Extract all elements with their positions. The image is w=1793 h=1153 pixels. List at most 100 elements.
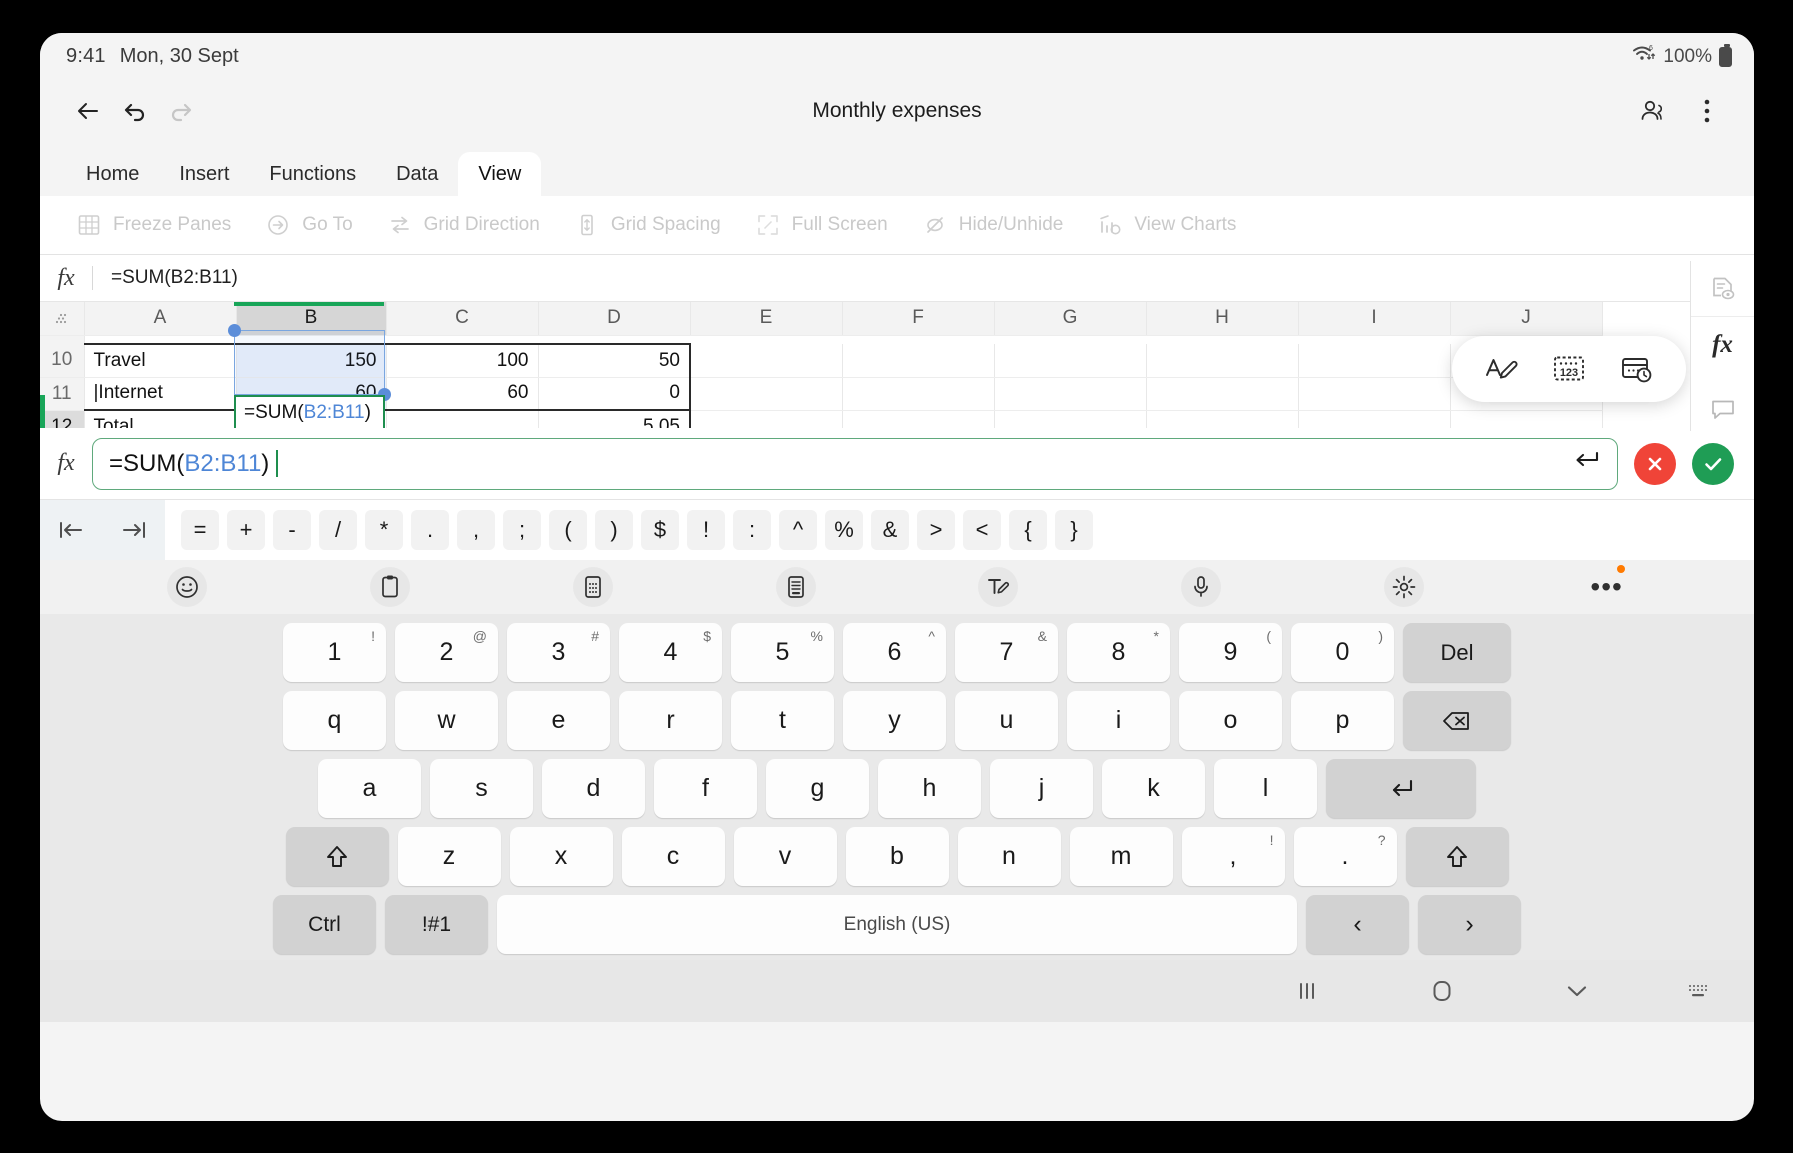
key-j[interactable]: j bbox=[990, 759, 1093, 818]
key-symbols[interactable]: !#1 bbox=[385, 895, 488, 954]
key-v[interactable]: v bbox=[734, 827, 837, 886]
key-e[interactable]: e bbox=[507, 691, 610, 750]
col-header-d[interactable]: D bbox=[538, 302, 690, 335]
key-2[interactable]: @2 bbox=[395, 623, 498, 682]
ribbon-grid-direction[interactable]: Grid Direction bbox=[387, 212, 540, 238]
cell-h11[interactable] bbox=[1146, 377, 1298, 410]
key-7[interactable]: &7 bbox=[955, 623, 1058, 682]
cell-j12[interactable] bbox=[1450, 410, 1602, 428]
cell-i12[interactable] bbox=[1298, 410, 1450, 428]
active-cell-b12[interactable]: =SUM(B2:B11) bbox=[234, 395, 385, 428]
cell-g11[interactable] bbox=[994, 377, 1146, 410]
range-handle-top[interactable] bbox=[228, 324, 241, 337]
share-people-icon[interactable] bbox=[1630, 88, 1676, 134]
key-period[interactable]: ?. bbox=[1294, 827, 1397, 886]
key-q[interactable]: q bbox=[283, 691, 386, 750]
col-header-g[interactable]: G bbox=[994, 302, 1146, 335]
cell-c10[interactable]: 100 bbox=[386, 344, 538, 377]
key-arrow-left[interactable]: ‹ bbox=[1306, 895, 1409, 954]
key-i[interactable]: i bbox=[1067, 691, 1170, 750]
cell-d11[interactable]: 0 bbox=[538, 377, 690, 410]
cell-c11[interactable]: 60 bbox=[386, 377, 538, 410]
cell-f12[interactable] bbox=[842, 410, 994, 428]
undo-icon[interactable] bbox=[112, 88, 158, 134]
shift-icon[interactable] bbox=[1406, 827, 1509, 886]
key-l[interactable]: l bbox=[1214, 759, 1317, 818]
ribbon-grid-spacing[interactable]: Grid Spacing bbox=[574, 212, 721, 238]
col-header-c[interactable]: C bbox=[386, 302, 538, 335]
cell-g10[interactable] bbox=[994, 344, 1146, 377]
cell-b10[interactable]: 150 bbox=[236, 344, 386, 377]
key-n[interactable]: n bbox=[958, 827, 1061, 886]
cell-f10[interactable] bbox=[842, 344, 994, 377]
col-header-a[interactable]: A bbox=[84, 302, 236, 335]
tab-view[interactable]: View bbox=[458, 152, 541, 196]
key-g[interactable]: g bbox=[766, 759, 869, 818]
cell-i11[interactable] bbox=[1298, 377, 1450, 410]
key-5[interactable]: %5 bbox=[731, 623, 834, 682]
symbol-key-^[interactable]: ^ bbox=[779, 510, 817, 550]
key-m[interactable]: m bbox=[1070, 827, 1173, 886]
ribbon-hide-unhide[interactable]: Hide/Unhide bbox=[922, 212, 1064, 238]
cell-d12[interactable]: 5.05 bbox=[538, 410, 690, 428]
formula-input[interactable]: =SUM(B2:B11) bbox=[92, 438, 1618, 490]
cell-e12[interactable] bbox=[690, 410, 842, 428]
formula-bar-value[interactable]: =SUM(B2:B11) bbox=[111, 267, 238, 289]
symbol-key-<[interactable]: < bbox=[963, 510, 1001, 550]
cell-a11[interactable]: |Internet bbox=[84, 377, 236, 410]
keyboard-switch-icon[interactable] bbox=[1644, 960, 1754, 1022]
cell-h10[interactable] bbox=[1146, 344, 1298, 377]
key-a[interactable]: a bbox=[318, 759, 421, 818]
backspace-icon[interactable] bbox=[1403, 691, 1511, 750]
select-all-icon[interactable] bbox=[40, 302, 84, 335]
symbol-key--[interactable]: - bbox=[273, 510, 311, 550]
row-header-10[interactable]: 10 bbox=[40, 344, 84, 377]
more-horizontal-icon[interactable]: ••• bbox=[1587, 567, 1627, 607]
move-to-start-icon[interactable] bbox=[52, 511, 90, 549]
symbol-key-.[interactable]: . bbox=[411, 510, 449, 550]
symbol-key-$[interactable]: $ bbox=[641, 510, 679, 550]
col-header-i[interactable]: I bbox=[1298, 302, 1450, 335]
row-header-11[interactable]: 11 bbox=[40, 377, 84, 410]
home-icon[interactable] bbox=[1374, 960, 1509, 1022]
symbol-key-([interactable]: ( bbox=[549, 510, 587, 550]
text-format-icon[interactable] bbox=[1482, 350, 1520, 388]
cell-e10[interactable] bbox=[690, 344, 842, 377]
key-delete[interactable]: Del bbox=[1403, 623, 1511, 682]
clipboard-icon[interactable] bbox=[370, 567, 410, 607]
table-row[interactable]: 10 Travel 150 100 50 bbox=[40, 344, 1602, 377]
tab-home[interactable]: Home bbox=[66, 152, 159, 196]
symbol-key-)[interactable]: ) bbox=[595, 510, 633, 550]
symbol-key-/[interactable]: / bbox=[319, 510, 357, 550]
microphone-icon[interactable] bbox=[1181, 567, 1221, 607]
key-w[interactable]: w bbox=[395, 691, 498, 750]
fx-icon[interactable]: fx bbox=[1691, 317, 1754, 373]
key-9[interactable]: (9 bbox=[1179, 623, 1282, 682]
cell-a10[interactable]: Travel bbox=[84, 344, 236, 377]
tab-data[interactable]: Data bbox=[376, 152, 458, 196]
cell-h12[interactable] bbox=[1146, 410, 1298, 428]
cell-e11[interactable] bbox=[690, 377, 842, 410]
col-header-j[interactable]: J bbox=[1450, 302, 1602, 335]
row-header-12[interactable]: 12 bbox=[40, 410, 84, 428]
key-8[interactable]: *8 bbox=[1067, 623, 1170, 682]
key-0[interactable]: )0 bbox=[1291, 623, 1394, 682]
key-d[interactable]: d bbox=[542, 759, 645, 818]
key-o[interactable]: o bbox=[1179, 691, 1282, 750]
key-y[interactable]: y bbox=[843, 691, 946, 750]
symbol-key->[interactable]: > bbox=[917, 510, 955, 550]
symbol-key-&[interactable]: & bbox=[871, 510, 909, 550]
move-to-end-icon[interactable] bbox=[115, 511, 153, 549]
symbol-key-![interactable]: ! bbox=[687, 510, 725, 550]
handwriting-icon[interactable] bbox=[978, 567, 1018, 607]
hide-keyboard-icon[interactable] bbox=[1509, 960, 1644, 1022]
cell-a12[interactable]: Total bbox=[84, 410, 236, 428]
key-z[interactable]: z bbox=[398, 827, 501, 886]
key-1[interactable]: !1 bbox=[283, 623, 386, 682]
numpad-icon[interactable] bbox=[573, 567, 613, 607]
symbol-key-,[interactable]: , bbox=[457, 510, 495, 550]
tab-functions[interactable]: Functions bbox=[249, 152, 376, 196]
ribbon-view-charts[interactable]: View Charts bbox=[1097, 212, 1236, 238]
tab-insert[interactable]: Insert bbox=[159, 152, 249, 196]
back-arrow-icon[interactable] bbox=[66, 88, 112, 134]
